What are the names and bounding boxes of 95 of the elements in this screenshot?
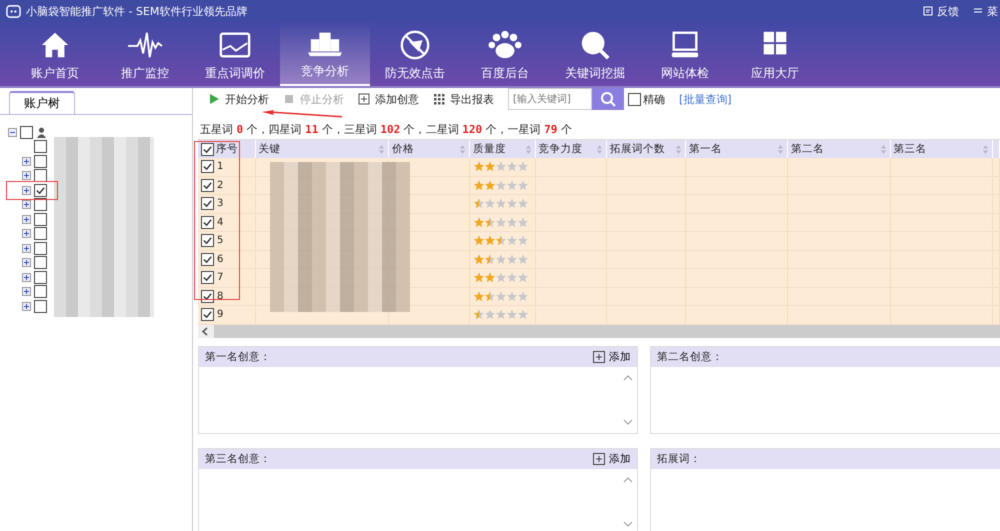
tree-checkbox[interactable] <box>20 126 33 139</box>
expand-icon[interactable] <box>22 156 31 166</box>
toolbar-button[interactable]: 导出报表 <box>433 92 494 106</box>
nav-tab[interactable]: 防无效点击 <box>370 22 460 86</box>
star-summary: 五星词 0 个，四星词 11 个，三星词 102 个，二星词 120 个，一星词 79 个 <box>199 122 573 138</box>
robot-logo-icon <box>6 4 21 18</box>
highlight-frame <box>6 181 58 200</box>
nav-tab[interactable]: 应用大厅 <box>730 22 820 86</box>
title-action-button[interactable]: 菜 <box>973 4 998 18</box>
tree-checkbox[interactable] <box>34 184 47 197</box>
tree-checkbox[interactable] <box>34 300 47 313</box>
tree-checkbox[interactable] <box>34 256 47 270</box>
exact-checkbox[interactable] <box>628 92 641 106</box>
keyword-search-field[interactable]: [输入关键词] <box>508 88 592 110</box>
stop-icon <box>283 93 295 105</box>
panel-title: 拓展词： <box>657 452 701 466</box>
row-number: 5 <box>217 235 224 246</box>
expand-icon[interactable] <box>22 302 31 311</box>
scroll-up-icon[interactable] <box>623 374 633 380</box>
exact-label: 精确 <box>643 92 665 106</box>
row-checkbox[interactable] <box>201 160 214 174</box>
row-checkbox[interactable] <box>201 216 214 229</box>
sidebar-tab[interactable]: 账户树 <box>9 91 75 114</box>
expand-icon[interactable] <box>22 229 31 238</box>
row-number: 7 <box>217 272 224 284</box>
batch-query-link[interactable]: [批量查询] <box>679 92 732 106</box>
add-button[interactable]: 添加 <box>593 452 631 466</box>
column-title: 价格 <box>392 142 414 156</box>
panel-title: 第三名创意： <box>205 452 271 466</box>
row-number: 8 <box>217 290 224 302</box>
collapse-icon[interactable] <box>8 128 17 137</box>
panel-title: 第二名创意： <box>657 350 723 364</box>
add-icon <box>593 350 605 362</box>
row-checkbox[interactable] <box>201 178 214 192</box>
tree-checkbox[interactable] <box>34 270 47 284</box>
column-title: 质量度 <box>473 142 506 156</box>
row-number: 6 <box>217 254 224 265</box>
row-number: 1 <box>217 161 224 172</box>
tree-checkbox[interactable] <box>34 227 47 240</box>
row-checkbox[interactable] <box>201 252 214 266</box>
expand-icon[interactable] <box>22 200 31 210</box>
tree-checkbox[interactable] <box>34 285 47 298</box>
add-icon <box>593 452 605 464</box>
add-icon <box>358 93 370 105</box>
tree-checkbox[interactable] <box>34 169 47 182</box>
expand-icon[interactable] <box>22 287 31 296</box>
search-icon <box>600 91 616 107</box>
row-checkbox[interactable] <box>201 271 214 284</box>
expand-icon[interactable] <box>22 258 31 268</box>
grid-icon <box>433 93 445 105</box>
tree-checkbox[interactable] <box>34 212 47 226</box>
title-action-button[interactable]: 反馈 <box>923 4 959 18</box>
feedback-icon <box>923 6 933 16</box>
panel-title: 第一名创意： <box>205 350 271 364</box>
toolbar-button[interactable]: 添加创意 <box>358 92 419 106</box>
expand-icon[interactable] <box>22 186 31 195</box>
user-icon <box>36 126 47 138</box>
row-checkbox[interactable] <box>201 290 214 303</box>
row-number: 2 <box>217 180 224 191</box>
expand-icon[interactable] <box>22 272 31 282</box>
add-button[interactable]: 添加 <box>593 350 631 364</box>
expand-icon[interactable] <box>22 214 31 224</box>
column-title: 第二名 <box>791 142 824 156</box>
row-number: 9 <box>217 309 224 320</box>
column-title: 拓展词个数 <box>610 142 665 156</box>
nav-tab[interactable]: 账户首页 <box>10 22 100 86</box>
window-title: 小脑袋智能推广软件 - SEM软件行业领先品牌 <box>26 4 248 18</box>
column-title: 序号 <box>216 142 238 156</box>
scroll-down-icon[interactable] <box>623 520 633 526</box>
nav-tab[interactable]: 百度后台 <box>460 22 550 86</box>
row-checkbox[interactable] <box>201 308 214 322</box>
tree-checkbox[interactable] <box>34 140 47 154</box>
tree-checkbox[interactable] <box>34 242 47 255</box>
play-icon <box>208 93 220 105</box>
row-number: 4 <box>217 216 224 228</box>
tree-checkbox[interactable] <box>34 198 47 212</box>
column-title: 关键 <box>258 142 281 156</box>
scroll-left-icon[interactable] <box>198 324 214 338</box>
expand-icon[interactable] <box>22 244 31 253</box>
nav-tab[interactable]: 重点词调价 <box>190 22 280 86</box>
column-title: 第一名 <box>688 142 722 156</box>
tree-checkbox[interactable] <box>34 154 47 168</box>
scroll-up-icon[interactable] <box>623 476 633 482</box>
expand-icon[interactable] <box>22 171 31 180</box>
select-all-checkbox[interactable] <box>201 142 214 156</box>
scroll-down-icon[interactable] <box>623 418 633 424</box>
column-title: 竞争力度 <box>538 142 583 156</box>
toolbar-button[interactable]: 开始分析 <box>208 92 269 106</box>
row-checkbox[interactable] <box>201 234 214 248</box>
nav-tab[interactable]: 网站体检 <box>640 22 730 86</box>
column-title: 第三名 <box>894 142 927 156</box>
nav-tab[interactable]: 关键词挖掘 <box>550 22 640 86</box>
row-checkbox[interactable] <box>201 197 214 210</box>
row-number: 3 <box>217 198 224 210</box>
nav-tab[interactable]: 推广监控 <box>100 22 190 86</box>
